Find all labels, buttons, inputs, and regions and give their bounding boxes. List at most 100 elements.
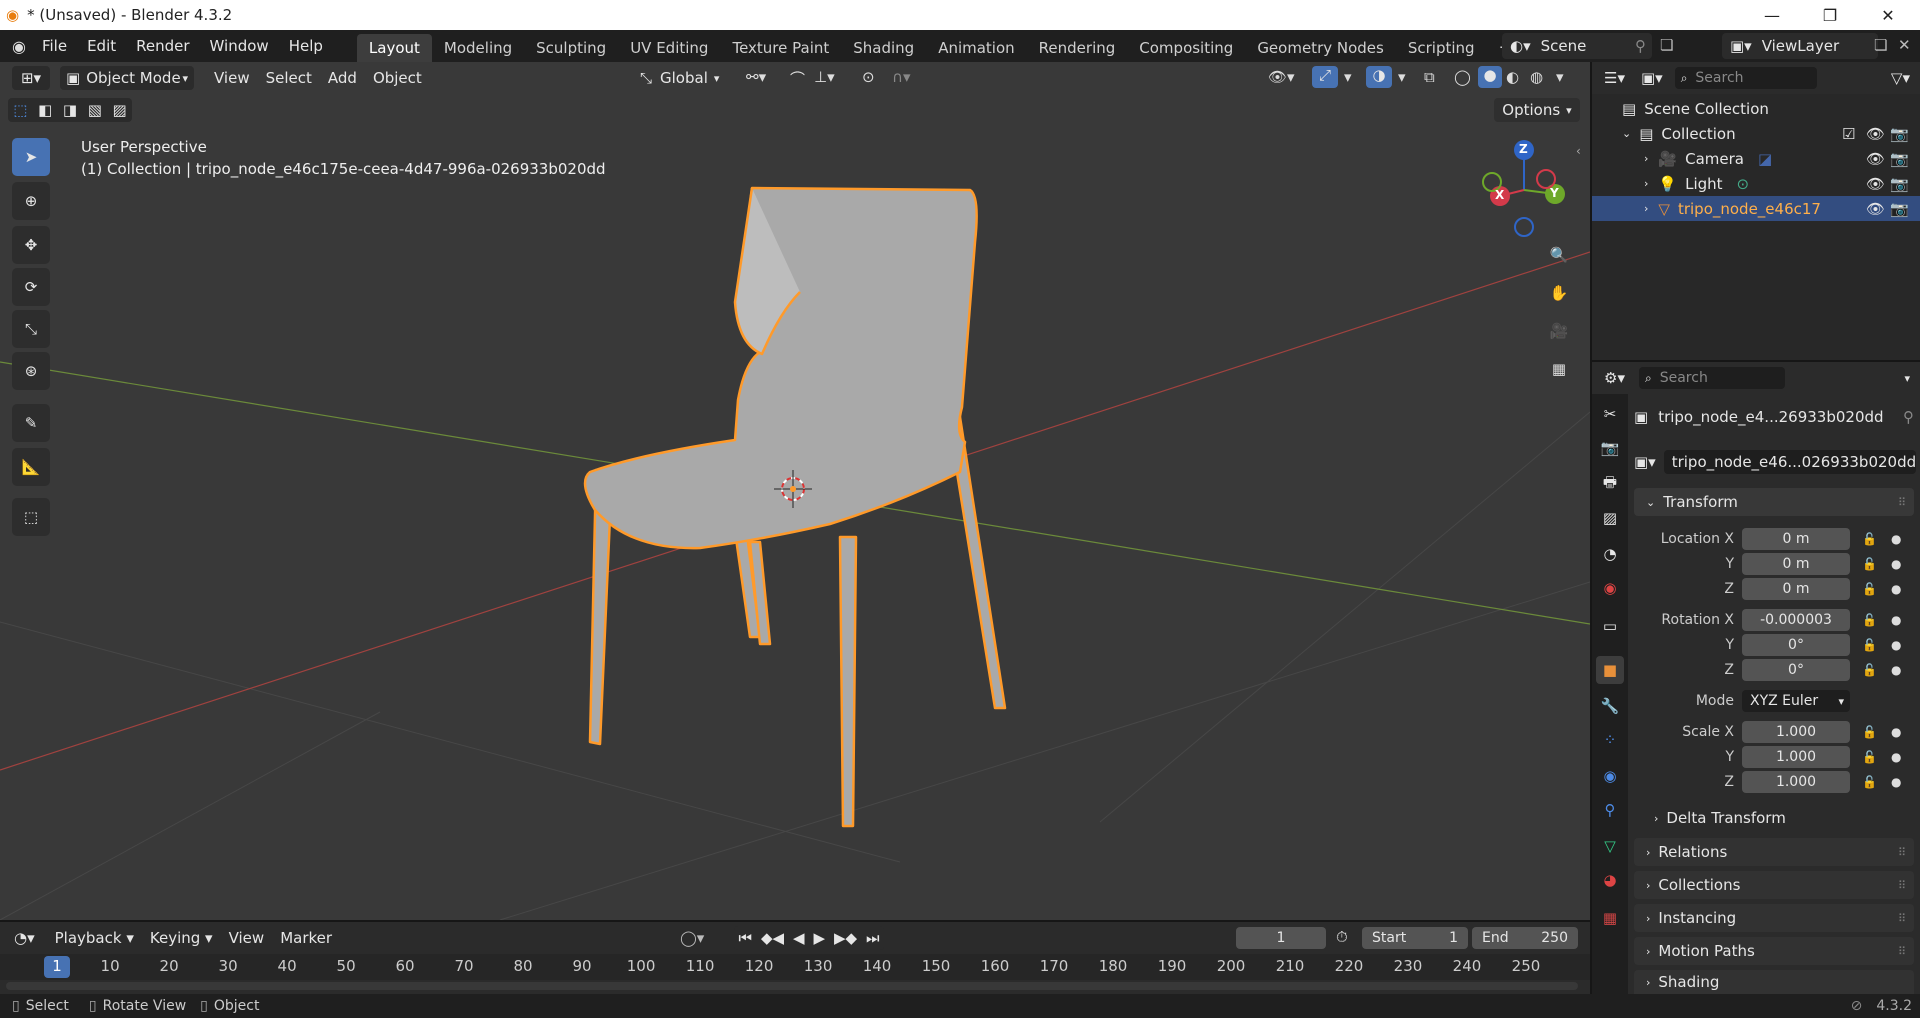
drag-handle-icon[interactable]: ⠿ <box>1898 846 1906 859</box>
menu-window[interactable]: Window <box>200 33 279 59</box>
outliner-item-tripo-node[interactable]: › ▽ tripo_node_e46c175e 👁 📷 <box>1592 196 1920 221</box>
rotation-z-field[interactable]: 0° <box>1742 659 1850 681</box>
unlock-icon[interactable]: 🔓 <box>1862 557 1877 571</box>
object-data-selector[interactable]: ▣▾ tripo_node_e46...026933b020dd <box>1634 450 1917 474</box>
area-divider[interactable] <box>0 920 1590 922</box>
play-icon[interactable]: ▶ <box>813 929 825 947</box>
ortho-toggle-button[interactable]: ▦ <box>1542 352 1576 386</box>
select-invert-icon[interactable]: ▧ <box>88 101 102 119</box>
remove-view-layer-icon[interactable]: ✕ <box>1898 36 1911 54</box>
clock-icon[interactable]: ⏱ <box>1336 928 1348 946</box>
render-camera-icon[interactable]: 📷 <box>1890 200 1909 218</box>
keyframe-dot-icon[interactable]: ● <box>1891 582 1901 596</box>
menu-view[interactable]: View <box>206 66 258 90</box>
menu-add[interactable]: Add <box>320 66 365 90</box>
tab-shading[interactable]: Shading <box>841 34 926 62</box>
add-cube-tool[interactable]: ⬚ <box>12 498 50 536</box>
unlock-icon[interactable]: 🔓 <box>1862 775 1877 789</box>
annotate-tool[interactable]: ✎ <box>12 404 50 442</box>
options-dropdown[interactable]: Options ▾ <box>1494 98 1580 122</box>
transform-panel-header[interactable]: ⌄ Transform ⠿ <box>1634 488 1914 516</box>
rotation-mode-dropdown[interactable]: XYZ Euler ▾ <box>1742 690 1850 712</box>
tab-layout[interactable]: Layout <box>356 34 432 62</box>
unlock-icon[interactable]: 🔓 <box>1862 582 1877 596</box>
editor-type-icon[interactable]: ☰▾ <box>1604 69 1625 87</box>
filter-icon[interactable]: ▽▾ <box>1891 69 1910 87</box>
render-camera-icon[interactable]: 📷 <box>1890 125 1909 143</box>
select-subtract-icon[interactable]: ◨ <box>63 101 77 119</box>
drag-handle-icon[interactable]: ⠿ <box>1898 496 1906 509</box>
area-divider[interactable] <box>1590 62 1592 994</box>
move-tool[interactable]: ✥ <box>12 226 50 264</box>
tab-modifiers[interactable]: 🔧 <box>1596 692 1624 720</box>
tab-tool[interactable]: ✂ <box>1596 400 1624 428</box>
keyframe-dot-icon[interactable]: ● <box>1891 613 1901 627</box>
menu-object[interactable]: Object <box>365 66 430 90</box>
unlock-icon[interactable]: 🔓 <box>1862 532 1877 546</box>
tab-texture[interactable]: ▦ <box>1596 904 1624 932</box>
xray-icon[interactable]: ⧉ <box>1424 68 1435 86</box>
unlock-icon[interactable]: 🔓 <box>1862 663 1877 677</box>
camera-view-button[interactable]: 🎥 <box>1542 314 1576 348</box>
outliner-search[interactable]: ⌕ Search <box>1674 67 1817 89</box>
location-z-field[interactable]: 0 m <box>1742 578 1850 600</box>
rotate-tool[interactable]: ⟳ <box>12 268 50 306</box>
play-reverse-icon[interactable]: ◀ <box>793 929 805 947</box>
sidebar-toggle-icon[interactable]: ‹ <box>1576 144 1581 158</box>
wireframe-shading-icon[interactable]: ◯ <box>1454 68 1471 86</box>
location-x-field[interactable]: 0 m <box>1742 528 1850 550</box>
overlay-toggle-icon[interactable]: ◑ <box>1366 66 1392 88</box>
cursor-tool[interactable]: ⊕ <box>12 182 50 220</box>
menu-render[interactable]: Render <box>126 33 199 59</box>
measure-tool[interactable]: 📐 <box>12 448 50 486</box>
close-button[interactable]: ✕ <box>1866 0 1910 30</box>
scene-collection-row[interactable]: ▤ Scene Collection <box>1592 96 1920 121</box>
overlay-dropdown-icon[interactable]: ▾ <box>1398 68 1406 86</box>
pan-button[interactable]: ✋ <box>1542 276 1576 310</box>
3d-viewport[interactable]: Z X Y ⊞▾ ▣ Object Mode ▾ View Select Add… <box>0 62 1590 920</box>
keying-menu[interactable]: Keying ▾ <box>142 926 221 950</box>
frame-ruler[interactable]: 1 10 20 30 40 50 60 70 80 90 100 110 120 130 140 150 160… <box>0 954 1590 980</box>
tab-scripting[interactable]: Scripting <box>1396 34 1487 62</box>
location-y-field[interactable]: 0 m <box>1742 553 1850 575</box>
select-new-icon[interactable]: ⬚ <box>13 101 27 119</box>
orientation-dropdown[interactable]: ⤡ Global ▾ <box>640 66 735 90</box>
scene-selector[interactable]: ◐▾ Scene ⚲ <box>1502 33 1652 59</box>
tab-scene[interactable]: ◔ <box>1596 540 1624 568</box>
menu-select[interactable]: Select <box>258 66 320 90</box>
scale-tool[interactable]: ⤡ <box>12 310 50 348</box>
menu-help[interactable]: Help <box>279 33 333 59</box>
tab-material[interactable]: ◕ <box>1596 866 1624 894</box>
maximize-button[interactable]: ❐ <box>1808 0 1852 30</box>
eye-icon[interactable]: 👁 <box>1866 125 1885 143</box>
mode-dropdown[interactable]: ▣ Object Mode ▾ <box>60 66 194 90</box>
instancing-panel-header[interactable]: › Instancing ⠿ <box>1634 904 1914 932</box>
menu-file[interactable]: File <box>32 33 77 59</box>
scale-y-field[interactable]: 1.000 <box>1742 746 1850 768</box>
start-frame-field[interactable]: Start 1 <box>1362 927 1468 949</box>
outliner-item-light[interactable]: › 💡 Light ⊙ 👁 📷 <box>1592 171 1920 196</box>
drag-handle-icon[interactable]: ⠿ <box>1898 945 1906 958</box>
unlock-icon[interactable]: 🔓 <box>1862 638 1877 652</box>
chevron-right-icon[interactable]: › <box>1644 152 1648 165</box>
collections-panel-header[interactable]: › Collections ⠿ <box>1634 871 1914 899</box>
select-extend-icon[interactable]: ◧ <box>38 101 52 119</box>
tab-rendering[interactable]: Rendering <box>1027 34 1128 62</box>
tab-view-layer[interactable]: ▨ <box>1596 504 1624 532</box>
unlock-icon[interactable]: 🔓 <box>1862 613 1877 627</box>
keyframe-dot-icon[interactable]: ● <box>1891 557 1901 571</box>
tab-world[interactable]: ◉ <box>1596 574 1624 602</box>
shading-panel-header[interactable]: › Shading <box>1634 970 1914 994</box>
keyframe-dot-icon[interactable]: ● <box>1891 532 1901 546</box>
select-intersect-icon[interactable]: ▨ <box>112 101 126 119</box>
blender-menu-icon[interactable]: ◉ <box>12 37 26 56</box>
drag-handle-icon[interactable]: ⠿ <box>1898 879 1906 892</box>
zoom-button[interactable]: 🔍 <box>1542 238 1576 272</box>
keyframe-dot-icon[interactable]: ● <box>1891 663 1901 677</box>
tab-physics[interactable]: ◉ <box>1596 762 1624 790</box>
tab-object[interactable]: ■ <box>1596 656 1624 684</box>
timeline-scrollbar[interactable] <box>6 982 1578 990</box>
new-view-layer-icon[interactable]: ❏ <box>1874 36 1887 54</box>
scale-z-field[interactable]: 1.000 <box>1742 771 1850 793</box>
unlock-icon[interactable]: 🔓 <box>1862 725 1877 739</box>
